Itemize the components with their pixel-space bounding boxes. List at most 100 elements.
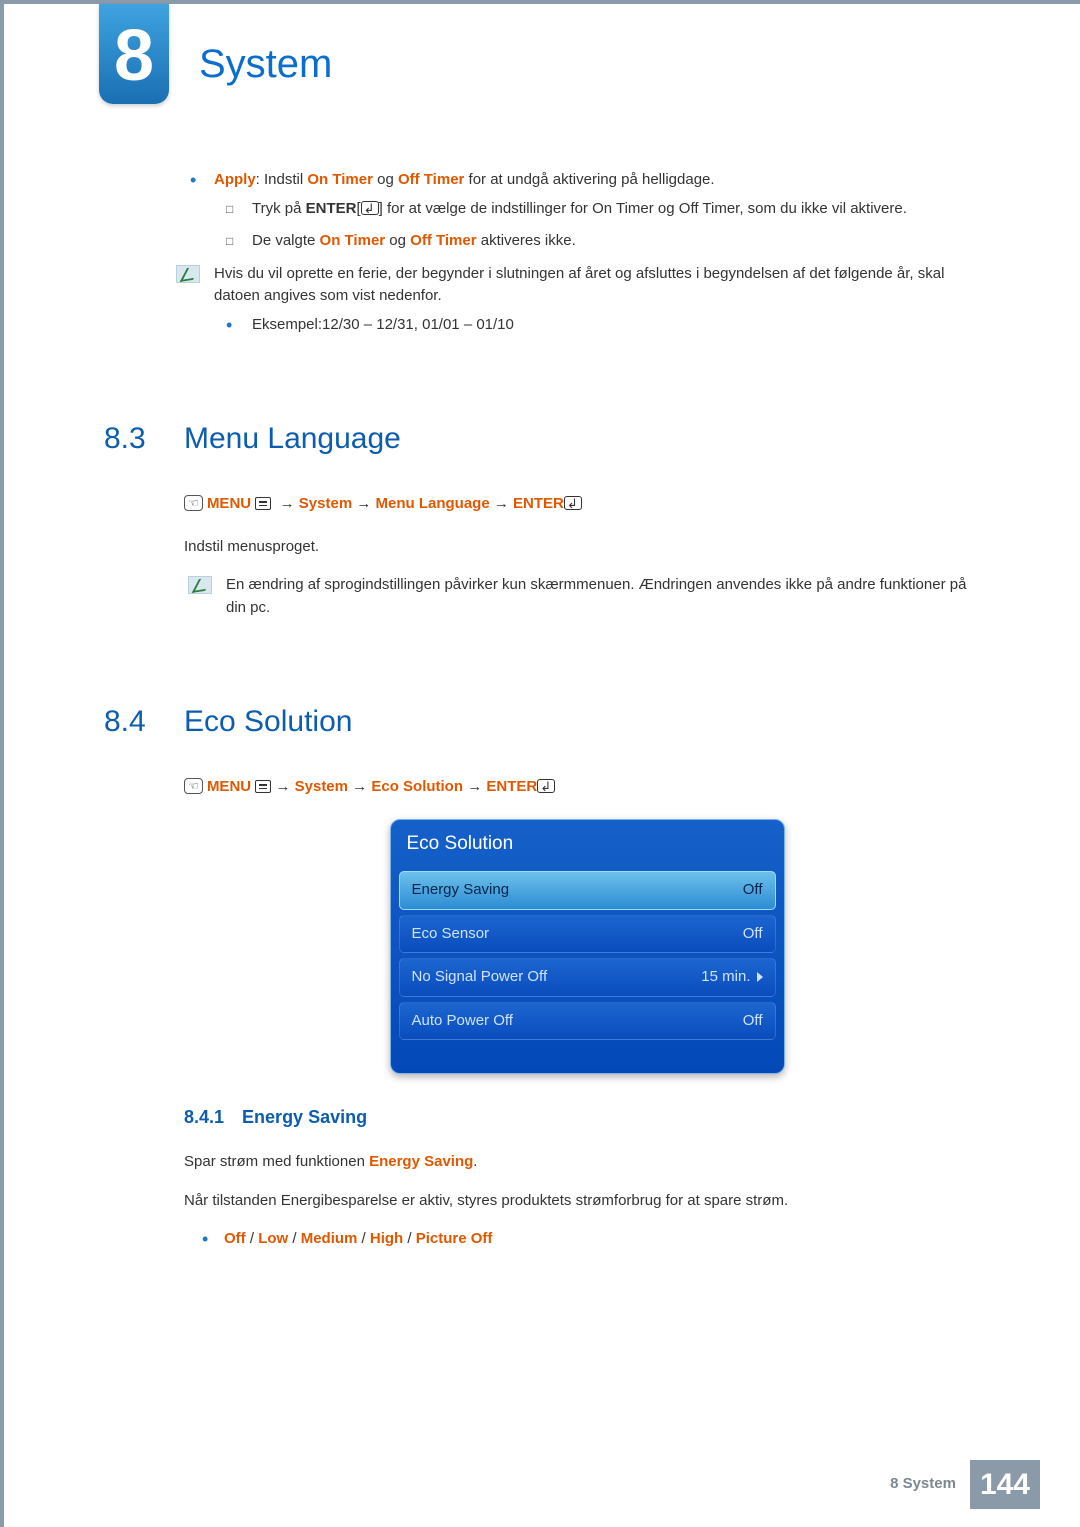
osd-row-label: No Signal Power Off bbox=[412, 966, 548, 989]
osd-row-label: Auto Power Off bbox=[412, 1010, 513, 1033]
off-timer: Off Timer bbox=[410, 232, 476, 249]
chapter-title: System bbox=[199, 34, 332, 94]
osd-row-value: Off bbox=[743, 923, 763, 946]
osd-row-value: 15 min. bbox=[701, 966, 750, 989]
enter-label: ENTER bbox=[513, 495, 564, 512]
on-timer: On Timer bbox=[320, 232, 386, 249]
osd-row[interactable]: Eco Sensor Off bbox=[399, 915, 776, 954]
menu-label: MENU bbox=[207, 778, 251, 795]
language-note: En ændring af sprogindstillingen påvirke… bbox=[184, 574, 990, 619]
path-system: System bbox=[295, 778, 348, 795]
note-icon bbox=[176, 265, 200, 283]
enter-label: ENTER bbox=[486, 778, 537, 795]
nav-path: ☜ MENU → System → Menu Language → ENTER bbox=[184, 493, 990, 516]
note-icon bbox=[188, 576, 212, 594]
text: ] for at vælge de indstillinger for On T… bbox=[379, 200, 907, 217]
text: og bbox=[385, 232, 410, 249]
option: Off bbox=[224, 1230, 246, 1247]
section-8-4-header: 8.4 Eco Solution bbox=[104, 699, 990, 744]
footer: 8 System 144 bbox=[890, 1460, 1040, 1509]
separator: / bbox=[288, 1230, 301, 1247]
arrow-icon: → bbox=[467, 778, 482, 795]
feature-name: Energy Saving bbox=[369, 1153, 473, 1170]
chevron-right-icon bbox=[757, 972, 763, 982]
deactivate-sub-bullet: De valgte On Timer og Off Timer aktivere… bbox=[104, 230, 990, 253]
osd-row-value: Off bbox=[743, 1010, 763, 1033]
menu-icon bbox=[255, 497, 271, 510]
footer-page-number: 144 bbox=[970, 1460, 1040, 1509]
example-text: Eksempel:12/30 – 12/31, 01/01 – 01/10 bbox=[252, 316, 514, 333]
osd-row-label: Energy Saving bbox=[412, 879, 510, 902]
line2: Når tilstanden Energibesparelse er aktiv… bbox=[184, 1190, 990, 1213]
osd-title: Eco Solution bbox=[391, 820, 784, 867]
note-text: En ændring af sprogindstillingen påvirke… bbox=[226, 576, 966, 616]
footer-chapter: 8 System bbox=[890, 1473, 956, 1496]
hand-icon: ☜ bbox=[184, 778, 203, 794]
apply-bullet: Apply: Indstil On Timer og Off Timer for… bbox=[104, 169, 990, 192]
nav-path: ☜ MENU → System → Eco Solution → ENTER bbox=[184, 776, 990, 799]
osd-row[interactable]: Auto Power Off Off bbox=[399, 1002, 776, 1041]
option: Low bbox=[258, 1230, 288, 1247]
arrow-icon: → bbox=[352, 778, 367, 795]
hand-icon: ☜ bbox=[184, 495, 203, 511]
arrow-icon: → bbox=[494, 495, 509, 512]
osd-row-label: Eco Sensor bbox=[412, 923, 490, 946]
text: Tryk på bbox=[252, 200, 306, 217]
osd-spacer bbox=[391, 1045, 784, 1073]
apply-label: Apply bbox=[214, 171, 256, 188]
body-text: Indstil menusproget. bbox=[184, 536, 990, 559]
section-8-4-body: ☜ MENU → System → Eco Solution → ENTER E… bbox=[104, 744, 990, 1251]
menu-icon bbox=[255, 780, 271, 793]
note-text: Hvis du vil oprette en ferie, der begynd… bbox=[214, 265, 944, 305]
text: aktiveres ikke. bbox=[477, 232, 576, 249]
text: . bbox=[473, 1153, 477, 1170]
path-system: System bbox=[299, 495, 352, 512]
content-area: Apply: Indstil On Timer og Off Timer for… bbox=[4, 114, 1080, 1341]
option: Medium bbox=[301, 1230, 358, 1247]
section-8-3-body: ☜ MENU → System → Menu Language → ENTER … bbox=[104, 461, 990, 619]
separator: / bbox=[246, 1230, 259, 1247]
enter-sub-bullet: Tryk på ENTER[] for at vælge de indstill… bbox=[104, 198, 990, 221]
section-title: Menu Language bbox=[184, 416, 401, 461]
arrow-icon: → bbox=[356, 495, 371, 512]
line1: Spar strøm med funktionen Energy Saving. bbox=[184, 1151, 990, 1174]
osd-panel: Eco Solution Energy Saving Off Eco Sensor O… bbox=[390, 819, 785, 1075]
option: Picture Off bbox=[416, 1230, 493, 1247]
options-list: Off / Low / Medium / High / Picture Off bbox=[184, 1228, 990, 1251]
text: De valgte bbox=[252, 232, 320, 249]
page: 8 System Apply: Indstil On Timer og Off … bbox=[0, 0, 1080, 1527]
text: Spar strøm med funktionen bbox=[184, 1153, 369, 1170]
section-8-3-header: 8.3 Menu Language bbox=[104, 416, 990, 461]
menu-label: MENU bbox=[207, 495, 251, 512]
example-bullet: Eksempel:12/30 – 12/31, 01/01 – 01/10 bbox=[104, 314, 990, 337]
osd-row[interactable]: No Signal Power Off 15 min. bbox=[399, 958, 776, 997]
on-timer: On Timer bbox=[307, 171, 373, 188]
path-item: Eco Solution bbox=[371, 778, 463, 795]
subsection-body: Spar strøm med funktionen Energy Saving.… bbox=[184, 1151, 990, 1251]
text: for at undgå aktivering på helligdage. bbox=[464, 171, 714, 188]
section-number: 8.3 bbox=[104, 416, 184, 461]
separator: / bbox=[357, 1230, 370, 1247]
enter-icon bbox=[361, 201, 379, 215]
subsection-8-4-1-header: 8.4.1 Energy Saving bbox=[184, 1104, 990, 1131]
arrow-icon: → bbox=[275, 778, 290, 795]
section-title: Eco Solution bbox=[184, 699, 352, 744]
section-number: 8.4 bbox=[104, 699, 184, 744]
subsection-number: 8.4.1 bbox=[184, 1104, 224, 1131]
osd-row-value: Off bbox=[743, 879, 763, 902]
text: : Indstil bbox=[256, 171, 308, 188]
off-timer: Off Timer bbox=[398, 171, 464, 188]
enter-icon bbox=[564, 496, 582, 510]
chapter-number-badge: 8 bbox=[99, 4, 169, 104]
holiday-note: Hvis du vil oprette en ferie, der begynd… bbox=[104, 263, 990, 308]
osd-row[interactable]: Energy Saving Off bbox=[399, 871, 776, 910]
arrow-icon: → bbox=[280, 495, 295, 512]
enter-icon bbox=[537, 779, 555, 793]
text: og bbox=[373, 171, 398, 188]
enter-label: ENTER bbox=[306, 200, 357, 217]
option: High bbox=[370, 1230, 403, 1247]
subsection-title: Energy Saving bbox=[242, 1104, 367, 1131]
path-item: Menu Language bbox=[376, 495, 490, 512]
separator: / bbox=[403, 1230, 416, 1247]
chapter-header: 8 System bbox=[4, 4, 1080, 114]
